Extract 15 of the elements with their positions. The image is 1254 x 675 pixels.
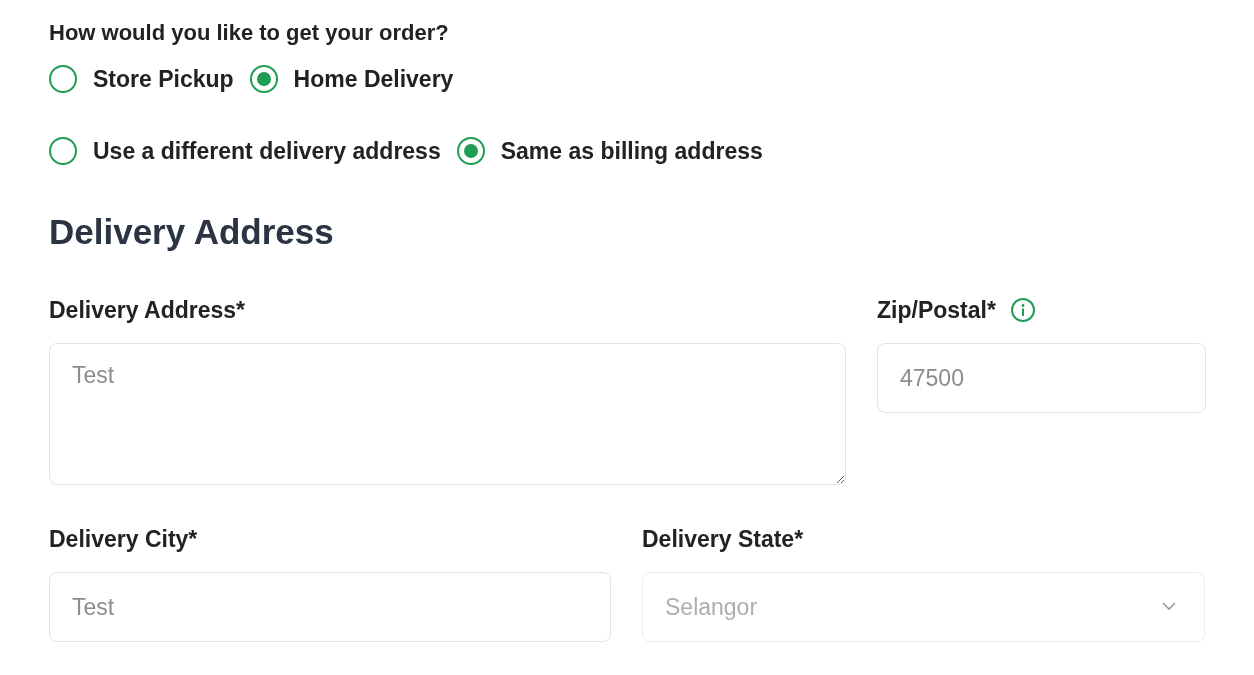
radio-label: Home Delivery [293,65,454,93]
radio-label: Use a different delivery address [93,137,441,165]
radio-button[interactable] [456,137,485,165]
radio-button[interactable] [49,137,77,165]
radio-button[interactable] [249,65,278,93]
field-label: Delivery Address* [49,296,246,324]
section-heading: Delivery Address [49,212,335,252]
radio-button[interactable] [49,65,77,93]
chevron-down-icon [1161,600,1177,612]
question-text: How would you like to get your order? [49,20,450,46]
field-label: Delivery State* [642,525,804,553]
field-label: Delivery City* [49,525,198,553]
field-label: Zip/Postal* [877,296,996,324]
radio-label: Store Pickup [93,65,234,93]
radio-label: Same as billing address [500,137,763,165]
